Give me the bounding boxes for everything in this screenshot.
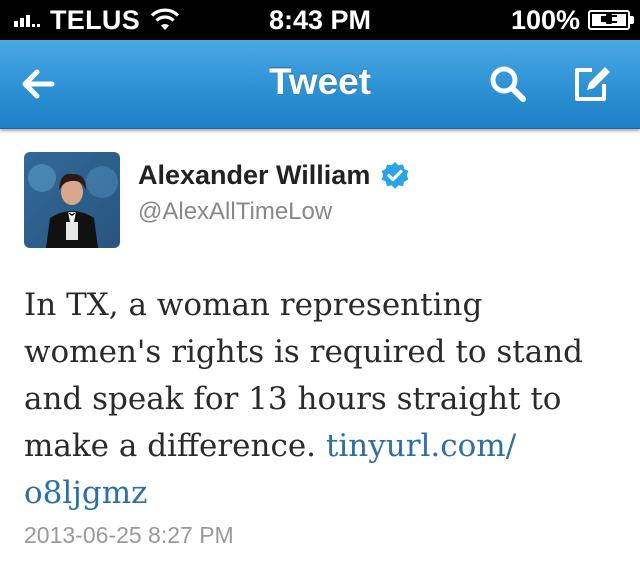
avatar[interactable] [24, 152, 120, 248]
search-icon [490, 66, 526, 102]
charging-plug-icon [601, 14, 617, 24]
tweet-timestamp: 2013-06-25 8:27 PM [24, 522, 234, 548]
tweet-text: In TX, a woman representing women's righ… [24, 282, 624, 517]
battery-percentage: 100% [510, 4, 580, 35]
tweet-text-line: and speak for 13 hours straight to [24, 381, 562, 417]
nav-bar: Tweet [0, 40, 640, 129]
author-handle[interactable]: @AlexAllTimeLow [138, 198, 332, 226]
status-bar: TELUS 8:43 PM 100% [0, 0, 640, 40]
profile-photo [24, 152, 120, 248]
tweet-link-continued[interactable]: o8ljgmz [24, 475, 148, 511]
nav-title: Tweet [268, 61, 372, 102]
compose-icon [575, 67, 610, 101]
search-button[interactable] [482, 58, 534, 110]
author-name[interactable]: Alexander William [138, 160, 410, 191]
status-bar-right: 100% [510, 0, 634, 40]
battery-icon [588, 10, 634, 30]
tweet-link[interactable]: tinyurl.com/ [326, 428, 516, 464]
tweet-text-line: women's rights is required to stand [24, 334, 584, 370]
tweet-text-segment: make a difference. [24, 428, 326, 464]
compose-button[interactable] [566, 58, 618, 110]
tweet-text-line: o8ljgmz [24, 470, 624, 517]
author-name-text: Alexander William [138, 160, 371, 190]
tweet-text-line: In TX, a woman representing [24, 287, 483, 323]
verified-badge-icon [381, 161, 409, 189]
tweet-text-line: make a difference. tinyurl.com/ [24, 423, 624, 470]
